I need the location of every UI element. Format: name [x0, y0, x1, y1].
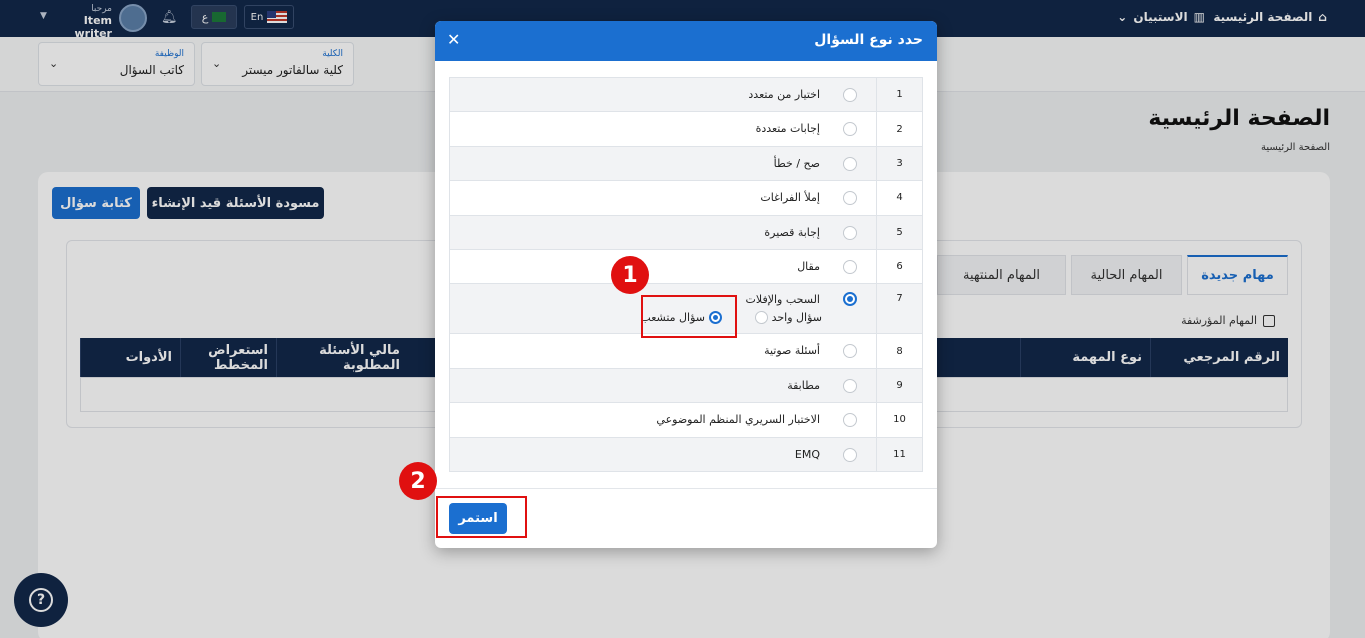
- row-number: 10: [876, 403, 922, 437]
- question-type-row[interactable]: 4 إملأ الفراغات: [449, 181, 923, 216]
- row-number: 9: [876, 368, 922, 403]
- step-marker-2: 2: [399, 462, 437, 500]
- single-question-option[interactable]: سؤال واحد: [754, 311, 822, 325]
- highlight-box-continue: [436, 496, 527, 538]
- question-type-radio[interactable]: [843, 88, 857, 102]
- question-type-row[interactable]: 9 مطابقة: [449, 368, 923, 404]
- question-type-label: EMQ: [794, 447, 820, 461]
- question-type-radio[interactable]: [843, 447, 857, 462]
- question-type-label: صح / خطأ: [773, 156, 820, 170]
- question-type-row[interactable]: 6 مقال: [449, 249, 923, 285]
- question-type-row[interactable]: 10 الاختبار السريري المنظم الموضوعي: [449, 403, 923, 438]
- modal-header: حدد نوع السؤال ✕: [435, 21, 937, 61]
- modal-title: حدد نوع السؤال: [814, 32, 923, 48]
- question-type-label: الاختبار السريري المنظم الموضوعي: [656, 413, 820, 427]
- question-type-row[interactable]: 1 اختيار من متعدد: [449, 78, 923, 113]
- question-type-row[interactable]: 11 EMQ: [449, 437, 923, 472]
- step-marker-1: 1: [611, 256, 649, 294]
- row-number: 5: [876, 215, 922, 249]
- question-type-label: السحب والإفلات: [745, 293, 820, 307]
- row-number: 8: [876, 334, 922, 368]
- question-type-label: مطابقة: [787, 378, 820, 392]
- question-type-row[interactable]: 5 إجابة قصيرة: [449, 215, 923, 250]
- question-type-radio[interactable]: [843, 122, 857, 137]
- question-type-radio[interactable]: [843, 378, 857, 393]
- row-number: 7: [876, 284, 922, 334]
- row-number: 1: [876, 78, 922, 112]
- highlight-box-branched-option: [641, 295, 737, 338]
- single-question-radio[interactable]: [754, 311, 768, 325]
- single-question-label: سؤال واحد: [771, 311, 822, 325]
- question-type-row[interactable]: 3 صح / خطأ: [449, 146, 923, 182]
- question-type-radio[interactable]: [843, 259, 857, 274]
- question-type-label: إجابة قصيرة: [764, 225, 820, 239]
- question-type-radio[interactable]: [843, 191, 857, 206]
- question-type-radio[interactable]: [843, 225, 857, 240]
- question-type-label: إجابات متعددة: [755, 122, 820, 136]
- question-type-label: أسئلة صوتية: [764, 344, 820, 358]
- question-type-radio[interactable]: [843, 156, 857, 171]
- modal-footer-divider: [435, 488, 937, 489]
- question-type-label: اختيار من متعدد: [748, 88, 820, 101]
- question-type-label: إملأ الفراغات: [760, 191, 820, 205]
- question-type-radio-selected[interactable]: [843, 292, 857, 307]
- question-type-radio[interactable]: [843, 344, 857, 359]
- question-type-table: 1 اختيار من متعدد 2 إجابات متعددة 3 صح /…: [449, 77, 923, 472]
- close-icon[interactable]: ✕: [447, 30, 460, 49]
- row-number: 11: [876, 437, 922, 471]
- question-type-row[interactable]: 8 أسئلة صوتية: [449, 334, 923, 369]
- row-number: 6: [876, 249, 922, 284]
- row-number: 3: [876, 146, 922, 181]
- question-type-row[interactable]: 2 إجابات متعددة: [449, 112, 923, 147]
- row-number: 4: [876, 181, 922, 215]
- question-type-modal: حدد نوع السؤال ✕ 1 اختيار من متعدد 2 إجا…: [435, 21, 937, 548]
- question-type-radio[interactable]: [843, 413, 857, 428]
- question-type-label: مقال: [797, 259, 820, 273]
- row-number: 2: [876, 112, 922, 146]
